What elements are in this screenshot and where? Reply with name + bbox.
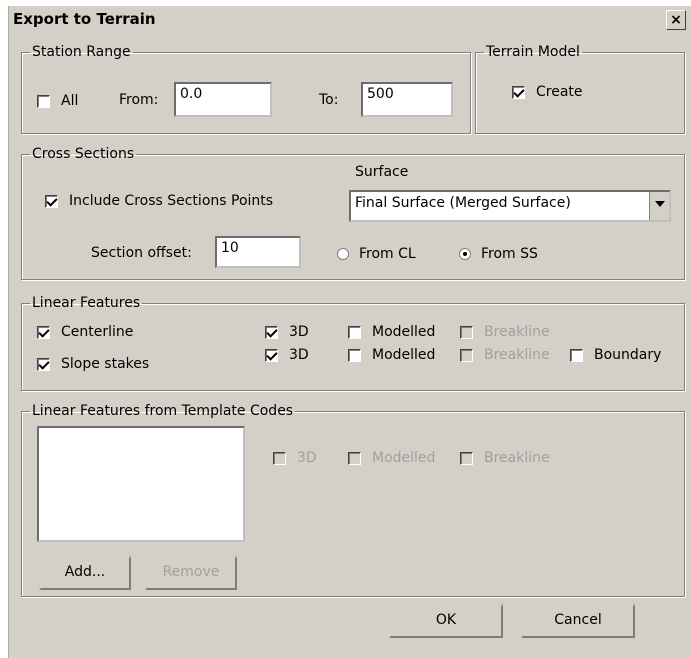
slope-stakes-3d-checkbox[interactable] [265,349,278,362]
to-label: To: [319,92,339,108]
boundary-label: Boundary [594,347,662,363]
centerline-breakline-checkbox[interactable] [460,326,473,339]
template-3d-checkbox[interactable] [273,452,286,465]
section-offset-label: Section offset: [91,245,192,261]
dialog-title: Export to Terrain [13,10,156,28]
slope-stakes-checkbox[interactable] [37,358,50,371]
from-label: From: [119,92,159,108]
include-cross-sections-checkbox[interactable] [45,195,58,208]
all-checkbox[interactable] [37,95,50,108]
export-to-terrain-dialog: Export to Terrain × Station Range All Fr… [8,6,691,658]
slope-stakes-label: Slope stakes [61,356,150,372]
slope-stakes-modelled-checkbox[interactable] [348,349,361,362]
from-ss-label: From SS [481,246,538,262]
cancel-button[interactable]: Cancel [521,604,635,638]
surface-label: Surface [355,164,409,180]
template-modelled-checkbox[interactable] [348,452,361,465]
linear-features-legend: Linear Features [32,295,141,311]
terrain-model-legend: Terrain Model [486,44,580,60]
close-icon[interactable]: × [666,10,686,30]
section-offset-input[interactable]: 10 [215,236,301,268]
template-3d-label: 3D [297,450,317,466]
boundary-checkbox[interactable] [570,349,583,362]
add-button[interactable]: Add... [39,556,131,590]
centerline-modelled-checkbox[interactable] [348,326,361,339]
linear-features-group: Linear Features [21,295,685,391]
template-breakline-checkbox[interactable] [460,452,473,465]
all-label: All [61,93,79,109]
to-input[interactable]: 500 [361,82,453,117]
centerline-label: Centerline [61,324,134,340]
slope-stakes-3d-label: 3D [289,347,309,363]
include-cross-sections-label: Include Cross Sections Points [69,193,274,209]
ok-button[interactable]: OK [389,604,503,638]
centerline-3d-checkbox[interactable] [265,326,278,339]
create-label: Create [536,84,583,100]
from-cl-label: From CL [359,246,416,262]
centerline-3d-label: 3D [289,324,309,340]
slope-stakes-modelled-label: Modelled [372,347,436,363]
station-range-legend: Station Range [32,44,131,60]
centerline-breakline-label: Breakline [484,324,550,340]
slope-stakes-breakline-label: Breakline [484,347,550,363]
template-breakline-label: Breakline [484,450,550,466]
from-ss-radio[interactable] [459,248,471,260]
from-cl-radio[interactable] [337,248,349,260]
centerline-checkbox[interactable] [37,326,50,339]
template-modelled-label: Modelled [372,450,436,466]
surface-select[interactable]: Final Surface (Merged Surface) [349,190,671,222]
from-input[interactable]: 0.0 [174,82,272,117]
chevron-down-icon[interactable] [649,192,669,220]
title-bar: Export to Terrain × [9,6,691,34]
remove-button[interactable]: Remove [145,556,237,590]
surface-select-value: Final Surface (Merged Surface) [355,195,571,211]
template-codes-legend: Linear Features from Template Codes [32,403,294,419]
slope-stakes-breakline-checkbox[interactable] [460,349,473,362]
centerline-modelled-label: Modelled [372,324,436,340]
create-checkbox[interactable] [512,86,525,99]
template-codes-list[interactable] [37,426,245,542]
cross-sections-legend: Cross Sections [32,146,135,162]
